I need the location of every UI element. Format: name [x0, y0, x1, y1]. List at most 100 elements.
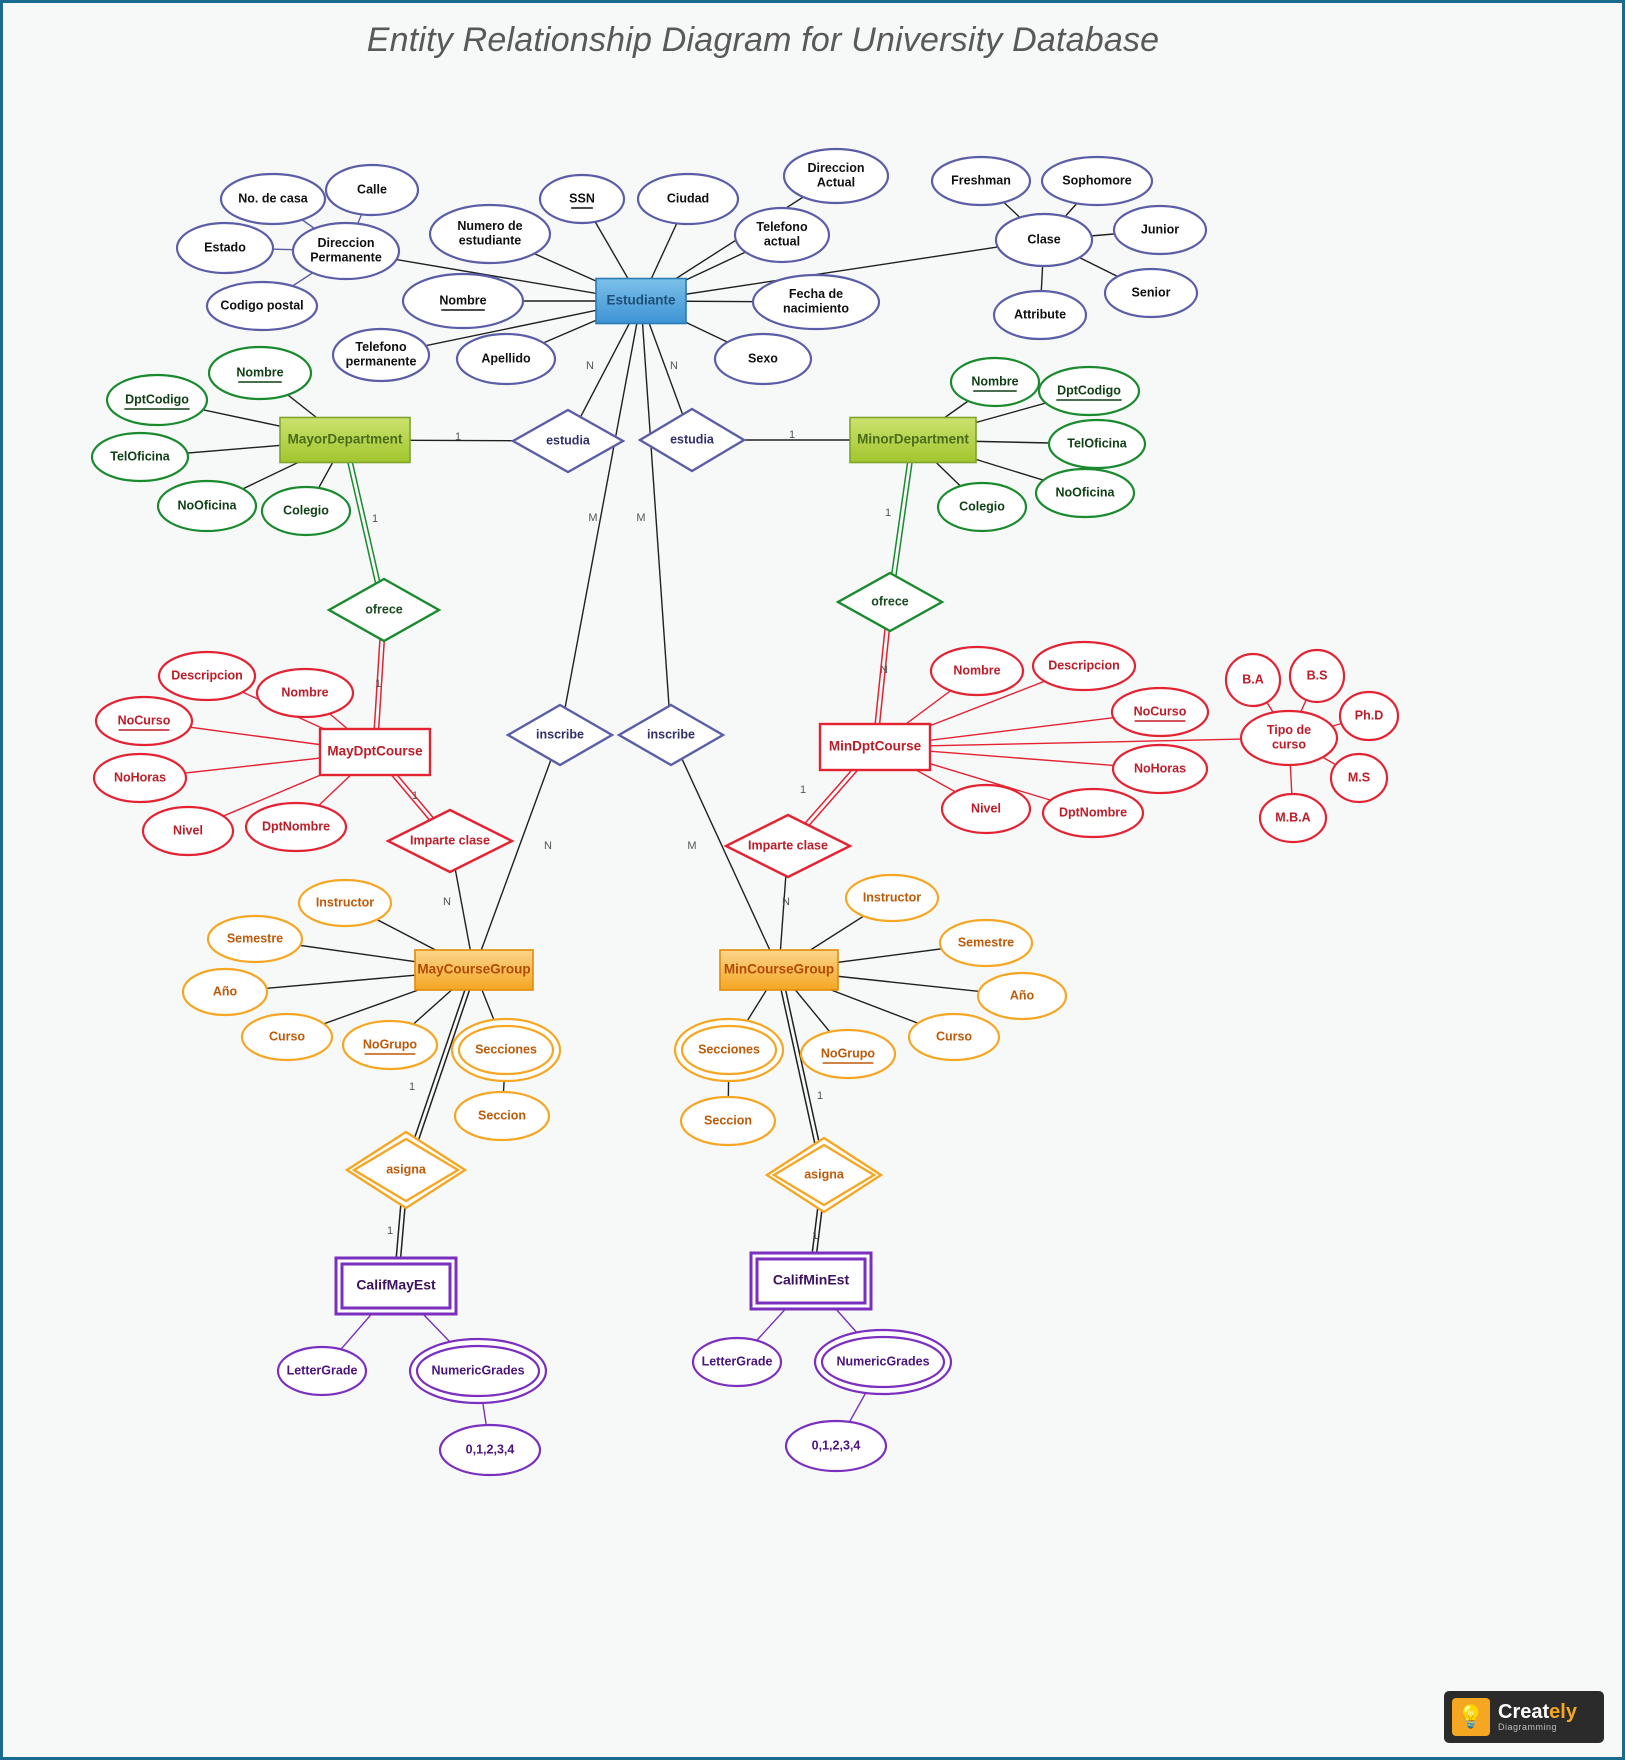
- attribute-codigo-postal[interactable]: Codigo postal: [205, 280, 319, 332]
- attribute-numericgrades-min[interactable]: NumericGrades: [813, 1328, 953, 1396]
- attribute-freshman[interactable]: Freshman: [930, 155, 1032, 207]
- attribute-descripcion-min[interactable]: Descripcion: [1031, 640, 1137, 692]
- attribute-semestre-min[interactable]: Semestre: [938, 918, 1034, 968]
- attribute-nombre-mincourse[interactable]: Nombre: [929, 645, 1025, 697]
- attribute-nohoras-may[interactable]: NoHoras: [92, 752, 188, 804]
- entity-mincoursegroup[interactable]: MinCourseGroup: [719, 949, 839, 991]
- relationship-inscribe-left[interactable]: inscribe: [505, 703, 615, 767]
- attribute-seccion-min[interactable]: Seccion: [679, 1095, 777, 1147]
- entity-califmayest[interactable]: CalifMayEst: [334, 1256, 458, 1316]
- attribute-nohoras-min[interactable]: NoHoras: [1111, 743, 1209, 795]
- attribute-calle[interactable]: Calle: [324, 163, 420, 217]
- attribute-values-may[interactable]: 0,1,2,3,4: [438, 1423, 542, 1477]
- attribute-seccion-may[interactable]: Seccion: [453, 1090, 551, 1142]
- attribute-apellido[interactable]: Apellido: [455, 332, 557, 386]
- relationship-imparte-left[interactable]: Imparte clase: [385, 808, 515, 874]
- logo-name: Creat: [1498, 1700, 1550, 1723]
- attribute-ano-may[interactable]: Año: [181, 967, 269, 1017]
- attribute-instructor-may[interactable]: Instructor: [297, 878, 393, 928]
- attribute-label: DptCodigo: [1057, 383, 1121, 397]
- attribute-label: Nivel: [173, 823, 203, 837]
- entity-mayordepartment[interactable]: MayorDepartment: [279, 416, 411, 464]
- attribute-sophomore[interactable]: Sophomore: [1040, 155, 1154, 207]
- relationship-asigna-left[interactable]: asigna: [344, 1130, 468, 1210]
- attribute-clase[interactable]: Clase: [994, 212, 1094, 268]
- attribute-attribute[interactable]: Attribute: [992, 289, 1088, 341]
- attribute-fecha-de-nacimiento[interactable]: Fecha denacimiento: [751, 273, 881, 331]
- attribute-dptcodigo-mindep[interactable]: DptCodigo: [1037, 365, 1141, 417]
- attribute-junior[interactable]: Junior: [1112, 204, 1208, 256]
- entity-califminest[interactable]: CalifMinEst: [749, 1251, 873, 1311]
- attribute-label: Freshman: [951, 173, 1011, 187]
- attribute-ano-min[interactable]: Año: [976, 971, 1068, 1021]
- attribute-dptcodigo-maydep[interactable]: DptCodigo: [105, 373, 209, 427]
- entity-maycoursegroup[interactable]: MayCourseGroup: [414, 949, 534, 991]
- attribute-dptnombre-may[interactable]: DptNombre: [244, 801, 348, 853]
- attribute-dptnombre-min[interactable]: DptNombre: [1041, 787, 1145, 839]
- attribute-teloficina-maydep[interactable]: TelOficina: [90, 431, 190, 483]
- attribute-nivel-may[interactable]: Nivel: [141, 805, 235, 857]
- attribute-telefono-actual[interactable]: Telefonoactual: [733, 206, 831, 264]
- attribute-nivel-min[interactable]: Nivel: [940, 783, 1032, 835]
- attribute-colegio-maydep[interactable]: Colegio: [260, 485, 352, 537]
- attribute-nombre-maydep[interactable]: Nombre: [207, 345, 313, 401]
- attribute-ms[interactable]: M.S: [1329, 752, 1389, 804]
- attribute-nooficina-maydep[interactable]: NoOficina: [156, 479, 258, 533]
- attribute-label: Secciones: [698, 1042, 760, 1056]
- edge: [559, 300, 642, 736]
- attribute-descripcion-may[interactable]: Descripcion: [157, 650, 257, 702]
- relationship-ofrece-left[interactable]: ofrece: [326, 577, 442, 643]
- relationship-label: Imparte clase: [410, 833, 490, 847]
- attribute-mba[interactable]: M.B.A: [1258, 792, 1328, 844]
- attribute-lettergrade-may[interactable]: LetterGrade: [276, 1345, 368, 1397]
- entity-maydptcourse[interactable]: MayDptCourse: [318, 727, 432, 777]
- entity-label: CalifMinEst: [773, 1272, 850, 1288]
- attribute-secciones-min[interactable]: Secciones: [673, 1017, 785, 1083]
- attribute-ba[interactable]: B.A: [1224, 652, 1282, 708]
- attribute-telefono-permanente[interactable]: Telefonopermanente: [331, 327, 431, 383]
- attribute-nombre-est[interactable]: Nombre: [401, 272, 525, 330]
- attribute-numericgrades-may[interactable]: NumericGrades: [408, 1337, 548, 1405]
- attribute-teloficina-mindep[interactable]: TelOficina: [1047, 418, 1147, 470]
- attribute-senior[interactable]: Senior: [1103, 267, 1199, 319]
- attribute-bs[interactable]: B.S: [1288, 648, 1346, 704]
- attribute-nogrupo-min[interactable]: NoGrupo: [799, 1028, 897, 1080]
- attribute-tipo-de-curso[interactable]: Tipo decurso: [1239, 709, 1339, 767]
- attribute-label: Descripcion: [1048, 658, 1120, 672]
- attribute-semestre-may[interactable]: Semestre: [206, 914, 304, 964]
- attribute-values-min[interactable]: 0,1,2,3,4: [784, 1419, 888, 1473]
- attribute-no-de-casa[interactable]: No. de casa: [219, 172, 327, 226]
- attribute-secciones-may[interactable]: Secciones: [450, 1017, 562, 1083]
- relationship-inscribe-right[interactable]: inscribe: [616, 703, 726, 767]
- attribute-estado[interactable]: Estado: [175, 221, 275, 275]
- attribute-direccion-permanente[interactable]: DireccionPermanente: [291, 221, 401, 281]
- attribute-phd[interactable]: Ph.D: [1338, 690, 1400, 742]
- entity-mindptcourse[interactable]: MinDptCourse: [818, 722, 932, 772]
- attribute-lettergrade-min[interactable]: LetterGrade: [691, 1336, 783, 1388]
- attribute-instructor-min[interactable]: Instructor: [844, 873, 940, 923]
- attribute-label: Nivel: [971, 801, 1001, 815]
- entity-minordepartment[interactable]: MinorDepartment: [849, 416, 977, 464]
- attribute-numero-de-estudiante[interactable]: Numero deestudiante: [428, 203, 552, 265]
- attribute-colegio-mindep[interactable]: Colegio: [936, 481, 1028, 533]
- attribute-nombre-mindep[interactable]: Nombre: [949, 356, 1041, 408]
- entity-estudiante[interactable]: Estudiante: [595, 277, 687, 325]
- cardinality-label: 1: [812, 1230, 818, 1242]
- attribute-nocurso-may[interactable]: NoCurso: [94, 695, 194, 747]
- relationship-ofrece-right[interactable]: ofrece: [835, 571, 945, 633]
- relationship-estudia-right[interactable]: estudia: [637, 407, 747, 473]
- relationship-estudia-left[interactable]: estudia: [510, 408, 626, 474]
- attribute-nocurso-min[interactable]: NoCurso: [1110, 686, 1210, 738]
- attribute-nooficina-mindep[interactable]: NoOficina: [1034, 467, 1136, 519]
- relationship-asigna-right[interactable]: asigna: [764, 1136, 884, 1214]
- attribute-label: B.S: [1307, 668, 1328, 682]
- attribute-curso-min[interactable]: Curso: [907, 1012, 1001, 1062]
- attribute-ciudad[interactable]: Ciudad: [636, 172, 740, 226]
- relationship-imparte-right[interactable]: Imparte clase: [723, 813, 853, 879]
- attribute-direccion-actual[interactable]: DireccionActual: [782, 147, 890, 205]
- attribute-nombre-maycourse[interactable]: Nombre: [255, 667, 355, 719]
- attribute-nogrupo-may[interactable]: NoGrupo: [341, 1019, 439, 1071]
- attribute-curso-may[interactable]: Curso: [240, 1012, 334, 1062]
- attribute-ssn[interactable]: SSN: [538, 173, 626, 225]
- attribute-sexo[interactable]: Sexo: [713, 332, 813, 386]
